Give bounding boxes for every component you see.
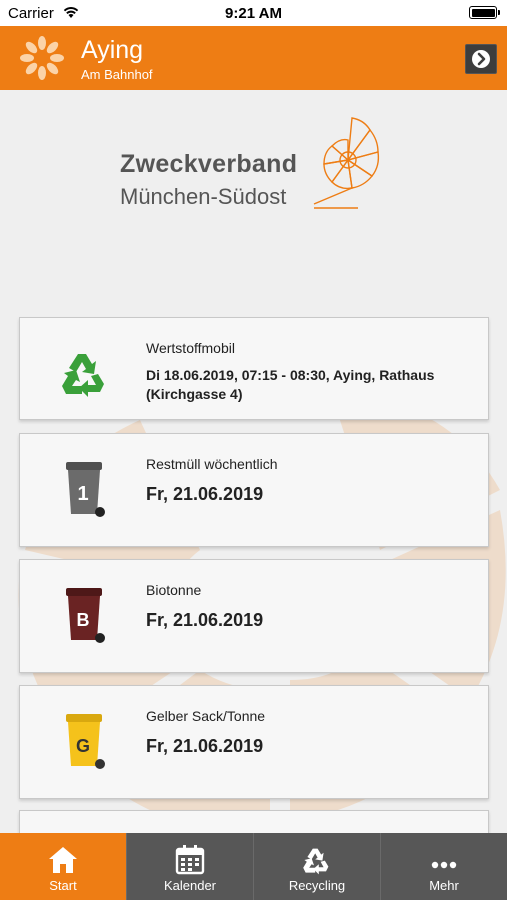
- spiral-logo-icon: [313, 117, 380, 209]
- card-label: Wertstoffmobil: [146, 340, 235, 356]
- svg-text:1: 1: [77, 483, 88, 505]
- brand-logo: Zweckverband München-Südost: [118, 112, 388, 212]
- pickup-card-biotonne[interactable]: B Biotonne Fr, 21.06.2019: [19, 559, 489, 673]
- card-date: Fr, 21.06.2019: [146, 484, 264, 504]
- card-label: Biotonne: [146, 582, 202, 598]
- tab-label: Recycling: [288, 878, 346, 893]
- tab-kalender[interactable]: Kalender: [126, 833, 253, 900]
- svg-text:B: B: [77, 610, 90, 630]
- card-label: Gelber Sack/Tonne: [146, 708, 266, 724]
- app-header: Aying Am Bahnhof: [0, 26, 507, 90]
- card-date: Fr, 21.06.2019: [146, 610, 264, 630]
- svg-text:G: G: [76, 736, 90, 756]
- card-label: Restmüll wöchentlich: [146, 456, 278, 472]
- brown-bin-icon: B: [66, 588, 105, 643]
- chevron-right-icon: [472, 50, 490, 68]
- pickup-card-gelber-sack[interactable]: G Gelber Sack/Tonne Fr, 21.06.2019: [19, 685, 489, 799]
- status-bar: Carrier 9:21 AM: [0, 0, 507, 26]
- clock: 9:21 AM: [225, 5, 282, 22]
- pickup-card-restmuell[interactable]: 1 Restmüll wöchentlich Fr, 21.06.2019: [19, 433, 489, 547]
- more-icon: [431, 861, 457, 869]
- sun-logo-icon: [20, 36, 64, 80]
- brand-name-line2: München-Südost: [120, 184, 287, 209]
- card-date: Di 18.06.2019, 07:15 - 08:30, Aying, Rat…: [146, 367, 435, 402]
- battery-icon: [469, 6, 500, 19]
- tab-start[interactable]: Start: [0, 833, 126, 900]
- tab-bar: Start Kalender Recycling Mehr: [0, 833, 507, 900]
- tab-label: Mehr: [429, 878, 459, 893]
- brand-name-line1: Zweckverband: [120, 150, 298, 178]
- recycle-icon: [303, 848, 329, 875]
- card-date: Fr, 21.06.2019: [146, 736, 264, 756]
- tab-label: Kalender: [163, 878, 217, 893]
- home-icon: [49, 847, 77, 873]
- calendar-icon: [175, 845, 205, 875]
- tab-mehr[interactable]: Mehr: [380, 833, 507, 900]
- location-title: Aying: [81, 36, 144, 64]
- tab-label: Start: [49, 878, 77, 893]
- recycle-icon: [62, 354, 104, 397]
- location-next-button[interactable]: [465, 44, 497, 74]
- tab-recycling[interactable]: Recycling: [253, 833, 380, 900]
- gray-bin-icon: 1: [66, 462, 105, 517]
- location-subtitle: Am Bahnhof: [81, 67, 153, 82]
- yellow-bin-icon: G: [66, 714, 105, 769]
- pickup-card-wertstoffmobil[interactable]: Wertstoffmobil Di 18.06.2019, 07:15 - 08…: [19, 317, 489, 420]
